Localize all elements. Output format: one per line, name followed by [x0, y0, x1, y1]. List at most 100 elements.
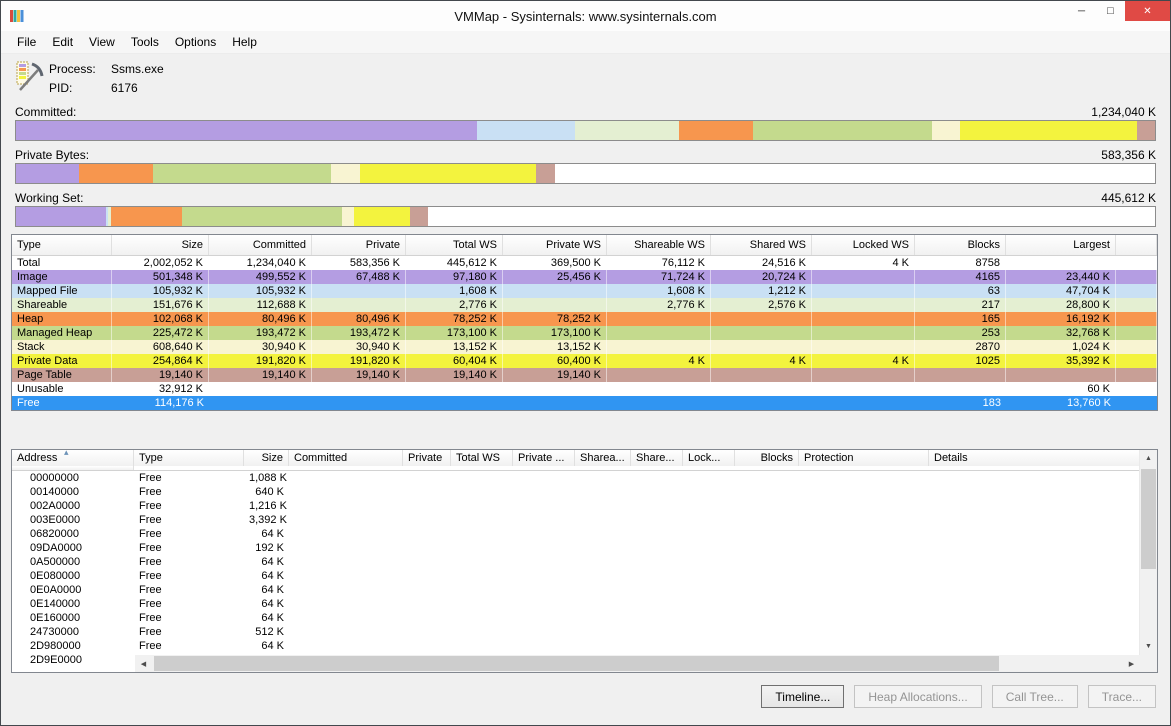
detail-row-00000000[interactable]: 00000000Free1,088 K	[12, 471, 1140, 485]
cell-type: Heap	[12, 312, 112, 326]
cell-empty	[403, 639, 451, 653]
detail-header-total-ws[interactable]: Total WS	[451, 450, 513, 466]
detail-header-private[interactable]: Private ...	[513, 450, 575, 466]
cell: 13,152 K	[406, 340, 503, 354]
cell-size: 3,392 K	[244, 513, 289, 527]
cell-type: Free	[134, 485, 244, 499]
detail-header-details[interactable]: Details	[929, 450, 1140, 466]
cell: 25,456 K	[503, 270, 607, 284]
cell: 35,392 K	[1006, 354, 1116, 368]
cell-empty	[683, 625, 735, 639]
cell	[711, 326, 812, 340]
summary-row-managed-heap[interactable]: Managed Heap225,472 K193,472 K193,472 K1…	[12, 326, 1157, 340]
summary-header-type[interactable]: Type	[12, 235, 112, 255]
detail-row-002A0000[interactable]: 002A0000Free1,216 K	[12, 499, 1140, 513]
horizontal-scroll-track[interactable]	[152, 655, 1123, 672]
summary-header-total-ws[interactable]: Total WS	[406, 235, 503, 255]
summary-header-shareable-ws[interactable]: Shareable WS	[607, 235, 711, 255]
summary-header-private-ws[interactable]: Private WS	[503, 235, 607, 255]
detail-header-private[interactable]: Private	[403, 450, 451, 466]
cell-empty	[631, 471, 683, 485]
menu-options[interactable]: Options	[167, 33, 224, 51]
cell-address: 0E0A0000	[12, 583, 134, 597]
horizontal-scrollbar[interactable]	[135, 655, 1140, 672]
cell: 254,864 K	[112, 354, 209, 368]
summary-row-private-data[interactable]: Private Data254,864 K191,820 K191,820 K6…	[12, 354, 1157, 368]
menu-tools[interactable]: Tools	[123, 33, 167, 51]
horizontal-scroll-thumb[interactable]	[154, 656, 999, 671]
cell-empty	[513, 597, 575, 611]
summary-row-page-table[interactable]: Page Table19,140 K19,140 K19,140 K19,140…	[12, 368, 1157, 382]
cell	[607, 340, 711, 354]
summary-header-size[interactable]: Size	[112, 235, 209, 255]
detail-row-0E0A0000[interactable]: 0E0A0000Free64 K	[12, 583, 1140, 597]
cell: 4 K	[812, 354, 915, 368]
cell-empty	[683, 499, 735, 513]
detail-header-type[interactable]: Type	[134, 450, 244, 466]
summary-header-private[interactable]: Private	[312, 235, 406, 255]
detail-row-0E080000[interactable]: 0E080000Free64 K	[12, 569, 1140, 583]
summary-header-committed[interactable]: Committed	[209, 235, 312, 255]
summary-row-image[interactable]: Image501,348 K499,552 K67,488 K97,180 K2…	[12, 270, 1157, 284]
summary-row-free[interactable]: Free114,176 K18313,760 K	[12, 396, 1157, 410]
vertical-scrollbar[interactable]	[1139, 450, 1157, 655]
scroll-right-icon[interactable]	[1123, 655, 1140, 672]
cell: 151,676 K	[112, 298, 209, 312]
menu-file[interactable]: File	[9, 33, 44, 51]
summary-header-locked-ws[interactable]: Locked WS	[812, 235, 915, 255]
cell-empty	[575, 541, 631, 555]
cell: 173,100 K	[503, 326, 607, 340]
detail-header-share[interactable]: Share...	[631, 450, 683, 466]
summary-row-heap[interactable]: Heap102,068 K80,496 K80,496 K78,252 K78,…	[12, 312, 1157, 326]
summary-row-mapped-file[interactable]: Mapped File105,932 K105,932 K1,608 K1,60…	[12, 284, 1157, 298]
vertical-scroll-thumb[interactable]	[1141, 469, 1156, 569]
scroll-left-icon[interactable]	[135, 655, 152, 672]
title-bar[interactable]: VMMap - Sysinternals: www.sysinternals.c…	[1, 1, 1170, 31]
detail-row-2D980000[interactable]: 2D980000Free64 K	[12, 639, 1140, 653]
detail-header-committed[interactable]: Committed	[289, 450, 403, 466]
detail-row-0E160000[interactable]: 0E160000Free64 K	[12, 611, 1140, 625]
detail-row-0E140000[interactable]: 0E140000Free64 K	[12, 597, 1140, 611]
cell-empty	[735, 499, 799, 513]
detail-header-size[interactable]: Size	[244, 450, 289, 466]
detail-row-003E0000[interactable]: 003E0000Free3,392 K	[12, 513, 1140, 527]
menu-view[interactable]: View	[81, 33, 123, 51]
detail-row-0A500000[interactable]: 0A500000Free64 K	[12, 555, 1140, 569]
cell: 60,404 K	[406, 354, 503, 368]
committed-label: Committed:	[15, 105, 76, 120]
detail-header-address[interactable]: Address	[12, 450, 134, 466]
minimize-button[interactable]: ─	[1067, 1, 1096, 21]
summary-header-largest[interactable]: Largest	[1006, 235, 1116, 255]
detail-row-09DA0000[interactable]: 09DA0000Free192 K	[12, 541, 1140, 555]
cell-empty	[513, 569, 575, 583]
detail-header-blocks[interactable]: Blocks	[735, 450, 799, 466]
cell: 13,760 K	[1006, 396, 1116, 410]
detail-row-00140000[interactable]: 00140000Free640 K	[12, 485, 1140, 499]
detail-row-06820000[interactable]: 06820000Free64 K	[12, 527, 1140, 541]
cell-empty	[929, 597, 1140, 611]
summary-row-unusable[interactable]: Unusable32,912 K60 K	[12, 382, 1157, 396]
cell-empty	[631, 569, 683, 583]
summary-row-total[interactable]: Total2,002,052 K1,234,040 K583,356 K445,…	[12, 256, 1157, 270]
menu-help[interactable]: Help	[224, 33, 265, 51]
cell-empty	[451, 527, 513, 541]
cell: 217	[915, 298, 1006, 312]
detail-header-protection[interactable]: Protection	[799, 450, 929, 466]
detail-row-24730000[interactable]: 24730000Free512 K	[12, 625, 1140, 639]
menu-edit[interactable]: Edit	[44, 33, 81, 51]
summary-header-shared-ws[interactable]: Shared WS	[711, 235, 812, 255]
cell-empty	[451, 569, 513, 583]
scroll-down-icon[interactable]	[1140, 638, 1157, 655]
detail-header-lock[interactable]: Lock...	[683, 450, 735, 466]
summary-row-stack[interactable]: Stack608,640 K30,940 K30,940 K13,152 K13…	[12, 340, 1157, 354]
cell-empty	[575, 583, 631, 597]
cell: 19,140 K	[312, 368, 406, 382]
summary-header-blocks[interactable]: Blocks	[915, 235, 1006, 255]
timeline-button[interactable]: Timeline...	[761, 685, 844, 708]
summary-row-shareable[interactable]: Shareable151,676 K112,688 K2,776 K2,776 …	[12, 298, 1157, 312]
maximize-button[interactable]: □	[1096, 1, 1125, 21]
scroll-up-icon[interactable]	[1140, 450, 1157, 467]
close-button[interactable]: ✕	[1125, 1, 1170, 21]
cell-empty	[799, 625, 929, 639]
detail-header-sharea[interactable]: Sharea...	[575, 450, 631, 466]
